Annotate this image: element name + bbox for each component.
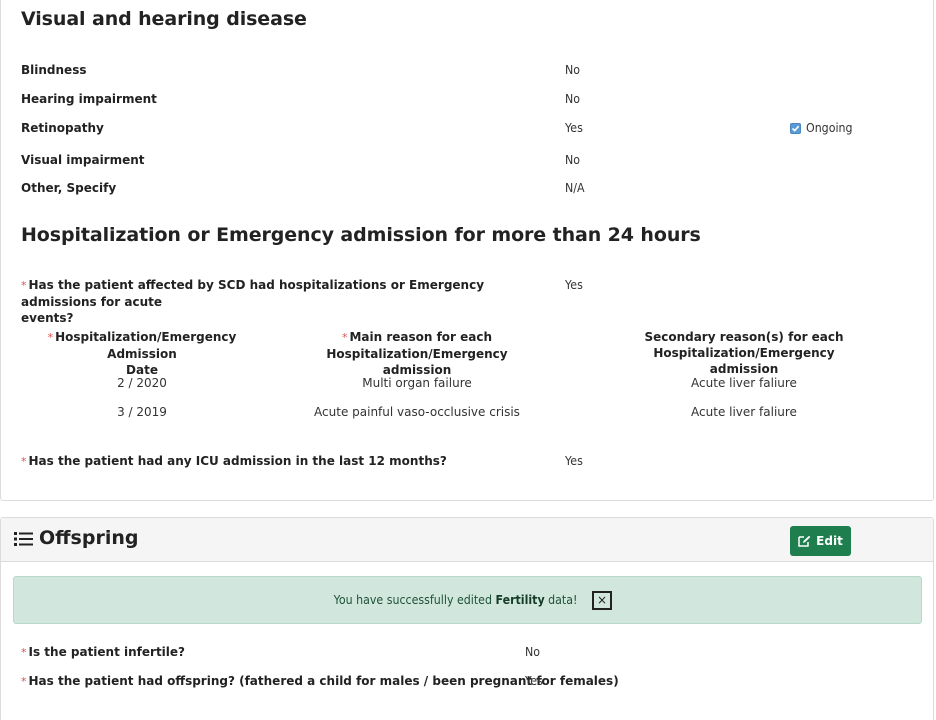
col-header-admission-date: * Hospitalization/Emergency Admission Date — [47, 330, 237, 377]
table-cell-main: Acute painful vaso-occlusive crisis — [314, 405, 520, 419]
hospitalization-section-title: Hospitalization or Emergency admission f… — [21, 224, 701, 246]
col-header-secondary-reason: Secondary reason(s) for each Hospitaliza… — [644, 330, 844, 376]
success-alert: You have successfully edited Fertility d… — [13, 576, 922, 624]
blindness-label: Blindness — [21, 63, 87, 77]
visual-impairment-label: Visual impairment — [21, 153, 145, 167]
edit-button[interactable]: Edit — [790, 526, 851, 556]
check-icon — [791, 125, 800, 132]
hospitalization-question-value: Yes — [565, 278, 583, 292]
offspring-panel: Offspring Edit You have successfully edi… — [0, 517, 934, 720]
hospitalization-question-label: * Has the patient affected by SCD had hos… — [21, 278, 485, 325]
table-cell-secondary: Acute liver faliure — [691, 405, 797, 419]
alert-close-button[interactable]: × — [592, 590, 613, 610]
required-mark: * — [21, 279, 27, 292]
col-header-main-reason: * Main reason for each Hospitalization/Em… — [326, 330, 508, 377]
edit-button-label: Edit — [816, 534, 843, 548]
offspring-question-value: Yes — [525, 674, 543, 688]
visual-section-title: Visual and hearing disease — [21, 8, 307, 30]
table-cell-secondary: Acute liver faliure — [691, 376, 797, 390]
infertile-question-label: * Is the patient infertile? — [21, 645, 186, 659]
blindness-value: No — [565, 63, 581, 77]
table-cell-main: Multi organ failure — [362, 376, 472, 390]
visual-impairment-value: No — [565, 153, 581, 167]
retinopathy-value: Yes — [565, 121, 583, 135]
clinical-card: Visual and hearing disease Blindness No … — [0, 0, 934, 501]
retinopathy-label: Retinopathy — [21, 121, 104, 135]
hearing-impairment-value: No — [565, 92, 581, 106]
icu-question-label: * Has the patient had any ICU admission i… — [21, 454, 447, 468]
icu-question-value: Yes — [565, 454, 583, 468]
offspring-title: Offspring — [39, 527, 139, 549]
infertile-question-value: No — [525, 645, 541, 659]
edit-icon — [798, 535, 811, 547]
ongoing-label: Ongoing — [806, 121, 853, 135]
table-cell-date: 2 / 2020 — [117, 376, 167, 390]
alert-message: You have successfully edited Fertility d… — [333, 593, 578, 607]
table-cell-date: 3 / 2019 — [117, 405, 167, 419]
ongoing-checkbox[interactable] — [790, 123, 801, 134]
offspring-panel-header: Offspring Edit — [1, 518, 933, 562]
hearing-impairment-label: Hearing impairment — [21, 92, 157, 106]
other-specify-value: N/A — [565, 181, 585, 195]
other-specify-label: Other, Specify — [21, 181, 117, 195]
list-icon — [14, 532, 33, 546]
